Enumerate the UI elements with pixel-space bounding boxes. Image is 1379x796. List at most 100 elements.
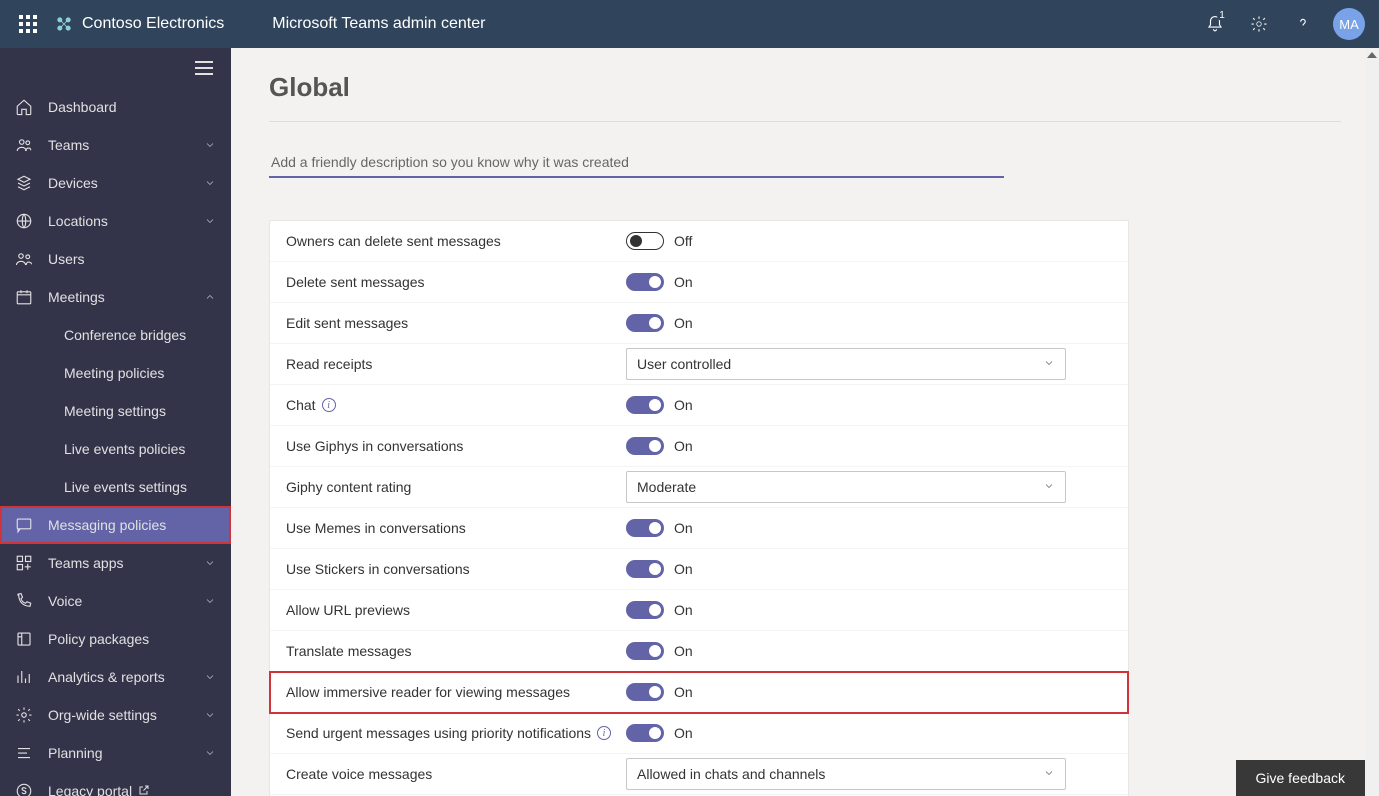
sidebar: Dashboard TeamsDevices Locations Users Meeti… <box>0 48 231 796</box>
external-link-icon <box>138 784 150 796</box>
sidebar-item-label: Locations <box>48 213 189 229</box>
sidebar-collapse-button[interactable] <box>0 48 231 88</box>
toggle-state-text: On <box>674 438 693 454</box>
sidebar-item-planning[interactable]: Planning <box>0 734 231 772</box>
chevron-down-icon <box>203 747 217 759</box>
avatar-initials: MA <box>1339 17 1359 32</box>
select-dropdown[interactable]: User controlled <box>626 348 1066 380</box>
setting-label: Read receipts <box>286 356 626 372</box>
info-icon[interactable]: i <box>322 398 336 412</box>
toggle-switch[interactable] <box>626 560 664 578</box>
setting-row-allow-immersive-reader-for-viewing-messages: Allow immersive reader for viewing messa… <box>270 672 1128 713</box>
toggle-state-text: Off <box>674 233 692 249</box>
app-launcher-button[interactable] <box>6 0 50 48</box>
toggle-state-text: On <box>674 725 693 741</box>
user-avatar[interactable]: MA <box>1333 8 1365 40</box>
apps-icon <box>14 554 34 572</box>
setting-label: Delete sent messages <box>286 274 626 290</box>
sidebar-item-org-wide-settings[interactable]: Org-wide settings <box>0 696 231 734</box>
setting-label: Use Giphys in conversations <box>286 438 626 454</box>
sidebar-item-label: Policy packages <box>48 631 189 647</box>
toggle-switch[interactable] <box>626 232 664 250</box>
setting-row-use-giphys-in-conversations: Use Giphys in conversations On <box>270 426 1128 467</box>
plan-icon <box>14 744 34 762</box>
sidebar-item-meetings[interactable]: Meetings <box>0 278 231 316</box>
chevron-down-icon <box>203 215 217 227</box>
toggle-state-text: On <box>674 397 693 413</box>
toggle-state-text: On <box>674 684 693 700</box>
toggle-state-text: On <box>674 602 693 618</box>
setting-row-chat: Chati On <box>270 385 1128 426</box>
setting-label: Chati <box>286 397 626 413</box>
sidebar-item-policy-packages[interactable]: Policy packages <box>0 620 231 658</box>
sidebar-item-label: Dashboard <box>48 99 189 115</box>
users-icon <box>14 250 34 268</box>
chevron-down-icon <box>203 139 217 151</box>
toggle-switch[interactable] <box>626 601 664 619</box>
sidebar-item-teams[interactable]: Teams <box>0 126 231 164</box>
description-input[interactable] <box>269 148 1004 178</box>
sidebar-item-users[interactable]: Users <box>0 240 231 278</box>
sidebar-item-label: Users <box>48 251 189 267</box>
sidebar-subitem-live-events-settings[interactable]: Live events settings <box>0 468 231 506</box>
home-icon <box>14 98 34 116</box>
waffle-icon <box>19 15 37 33</box>
toggle-switch[interactable] <box>626 642 664 660</box>
sidebar-item-label: Planning <box>48 745 189 761</box>
setting-row-translate-messages: Translate messagesOn <box>270 631 1128 672</box>
chevron-up-icon <box>203 291 217 303</box>
help-button[interactable] <box>1281 0 1325 48</box>
setting-label: Create voice messages <box>286 766 626 782</box>
select-value: User controlled <box>637 356 731 372</box>
brand-logo-icon <box>54 14 74 34</box>
setting-label: Use Memes in conversations <box>286 520 626 536</box>
chevron-down-icon <box>203 709 217 721</box>
toggle-switch[interactable] <box>626 273 664 291</box>
toggle-state-text: On <box>674 643 693 659</box>
notifications-button[interactable]: 1 <box>1193 0 1237 48</box>
sidebar-item-analytics-reports[interactable]: Analytics & reports <box>0 658 231 696</box>
toggle-switch[interactable] <box>626 314 664 332</box>
help-icon <box>1294 15 1312 33</box>
sidebar-item-legacy-portal[interactable]: Legacy portal <box>0 772 231 796</box>
main-scrollbar[interactable] <box>1365 48 1379 796</box>
sidebar-subitem-conference-bridges[interactable]: Conference bridges <box>0 316 231 354</box>
select-dropdown[interactable]: Moderate <box>626 471 1066 503</box>
chart-icon <box>14 668 34 686</box>
sidebar-item-voice[interactable]: Voice <box>0 582 231 620</box>
sidebar-item-label: Messaging policies <box>48 517 189 533</box>
toggle-switch[interactable] <box>626 519 664 537</box>
toggle-switch[interactable] <box>626 396 664 414</box>
sidebar-item-teams-apps[interactable]: Teams apps <box>0 544 231 582</box>
select-dropdown[interactable]: Allowed in chats and channels <box>626 758 1066 790</box>
sidebar-item-label: Teams apps <box>48 555 189 571</box>
brand-name: Contoso Electronics <box>82 15 224 33</box>
settings-button[interactable] <box>1237 0 1281 48</box>
sidebar-subitem-meeting-policies[interactable]: Meeting policies <box>0 354 231 392</box>
toggle-switch[interactable] <box>626 683 664 701</box>
chevron-down-icon <box>203 557 217 569</box>
setting-row-read-receipts: Read receipts User controlled <box>270 344 1128 385</box>
select-value: Allowed in chats and channels <box>637 766 825 782</box>
app-title: Microsoft Teams admin center <box>272 15 485 33</box>
give-feedback-button[interactable]: Give feedback <box>1236 760 1366 796</box>
select-value: Moderate <box>637 479 696 495</box>
sidebar-item-dashboard[interactable]: Dashboard <box>0 88 231 126</box>
sidebar-subitem-live-events-policies[interactable]: Live events policies <box>0 430 231 468</box>
chevron-down-icon <box>1043 479 1055 495</box>
toggle-switch[interactable] <box>626 724 664 742</box>
sidebar-item-locations[interactable]: Locations <box>0 202 231 240</box>
main-content: Global Owners can delete sent messagesOf… <box>231 48 1379 796</box>
chevron-down-icon <box>203 177 217 189</box>
toggle-switch[interactable] <box>626 437 664 455</box>
globe-icon <box>14 212 34 230</box>
hamburger-icon <box>195 61 213 75</box>
sidebar-item-devices[interactable]: Devices <box>0 164 231 202</box>
sidebar-subitem-meeting-settings[interactable]: Meeting settings <box>0 392 231 430</box>
brand[interactable]: Contoso Electronics <box>54 14 224 34</box>
chevron-down-icon <box>203 671 217 683</box>
info-icon[interactable]: i <box>597 726 611 740</box>
header-actions: 1 MA <box>1193 0 1373 48</box>
sidebar-item-label: Voice <box>48 593 189 609</box>
sidebar-item-messaging-policies[interactable]: Messaging policies <box>0 506 231 544</box>
